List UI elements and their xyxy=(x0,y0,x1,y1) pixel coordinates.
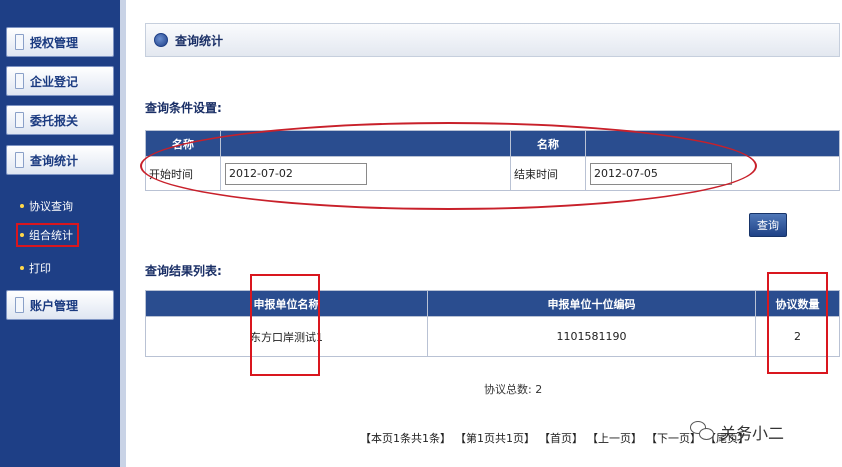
sidebar-item-query-stats[interactable]: 查询统计 xyxy=(6,145,114,175)
company-code-cell: 1101581190 xyxy=(427,316,756,357)
sub-item-print[interactable]: 打印 xyxy=(20,260,51,276)
table-row: 东方口岸测试1 1101581190 2 xyxy=(145,316,840,357)
page-title: 查询统计 xyxy=(175,33,224,48)
bullet-icon xyxy=(20,204,24,208)
main-content: 查询统计 查询条件设置: 名称 名称 开始时间 结束时间 查询 查询结果列表: … xyxy=(132,0,842,467)
pager-page-info: 【本页1条共1条】 xyxy=(360,432,451,445)
bullet-icon xyxy=(20,233,24,237)
results-column-header: 申报单位十位编码 xyxy=(427,290,756,317)
bullet-icon xyxy=(20,266,24,270)
document-icon xyxy=(15,152,24,168)
sidebar-item-label: 委托报关 xyxy=(30,113,79,128)
document-icon xyxy=(15,112,24,128)
results-section-title: 查询结果列表: xyxy=(145,264,222,278)
page-header: 查询统计 xyxy=(145,23,840,57)
pager-first-link[interactable]: 【首页】 xyxy=(539,430,583,446)
results-table: 申报单位名称 申报单位十位编码 协议数量 东方口岸测试1 1101581190 … xyxy=(145,290,840,357)
results-column-header: 申报单位名称 xyxy=(145,290,428,317)
conditions-section-title: 查询条件设置: xyxy=(145,101,222,115)
sidebar-item-label: 账户管理 xyxy=(30,298,79,313)
query-button[interactable]: 查询 xyxy=(749,213,787,237)
sub-item-label: 协议查询 xyxy=(29,200,73,213)
circle-bullet-icon xyxy=(154,33,168,47)
start-time-label: 开始时间 xyxy=(145,156,221,191)
wechat-icon xyxy=(690,421,716,443)
conditions-header-cell xyxy=(220,130,511,157)
sub-item-label: 组合统计 xyxy=(29,229,73,242)
pager-prev-link[interactable]: 【上一页】 xyxy=(587,430,642,446)
sub-item-agreement-query[interactable]: 协议查询 xyxy=(20,198,73,214)
watermark-text: 关务小二 xyxy=(720,424,785,443)
document-icon xyxy=(15,73,24,89)
sidebar-item-account-management[interactable]: 账户管理 xyxy=(6,290,114,320)
company-name-cell: 东方口岸测试1 xyxy=(145,316,428,357)
results-column-header: 协议数量 xyxy=(755,290,840,317)
sub-item-label: 打印 xyxy=(29,262,51,275)
conditions-header-cell: 名称 xyxy=(145,130,221,157)
pager-page-count: 【第1页共1页】 xyxy=(455,432,535,445)
sub-item-combined-stats[interactable]: 组合统计 xyxy=(16,223,79,247)
conditions-header-cell: 名称 xyxy=(510,130,586,157)
sidebar-item-label: 授权管理 xyxy=(30,35,79,50)
end-time-input[interactable] xyxy=(590,162,732,185)
sidebar-item-label: 查询统计 xyxy=(30,153,79,168)
document-icon xyxy=(15,34,24,50)
start-time-input[interactable] xyxy=(225,162,367,185)
end-time-cell xyxy=(585,156,840,191)
sidebar-item-authorization[interactable]: 授权管理 xyxy=(6,27,114,57)
total-count: 协议总数: 2 xyxy=(484,383,543,396)
sidebar-item-customs-entrust[interactable]: 委托报关 xyxy=(6,105,114,135)
end-time-label: 结束时间 xyxy=(510,156,586,191)
conditions-header-cell xyxy=(585,130,840,157)
agreement-count-cell: 2 xyxy=(755,316,840,357)
start-time-cell xyxy=(220,156,511,191)
conditions-table: 名称 名称 开始时间 结束时间 xyxy=(145,130,840,191)
sidebar-item-label: 企业登记 xyxy=(30,74,79,89)
sidebar: 授权管理 企业登记 委托报关 查询统计 协议查询 组合统计 打印 账户管理 xyxy=(0,0,126,467)
watermark: 关务小二 xyxy=(690,418,784,446)
document-icon xyxy=(15,297,24,313)
sidebar-item-company-registration[interactable]: 企业登记 xyxy=(6,66,114,96)
